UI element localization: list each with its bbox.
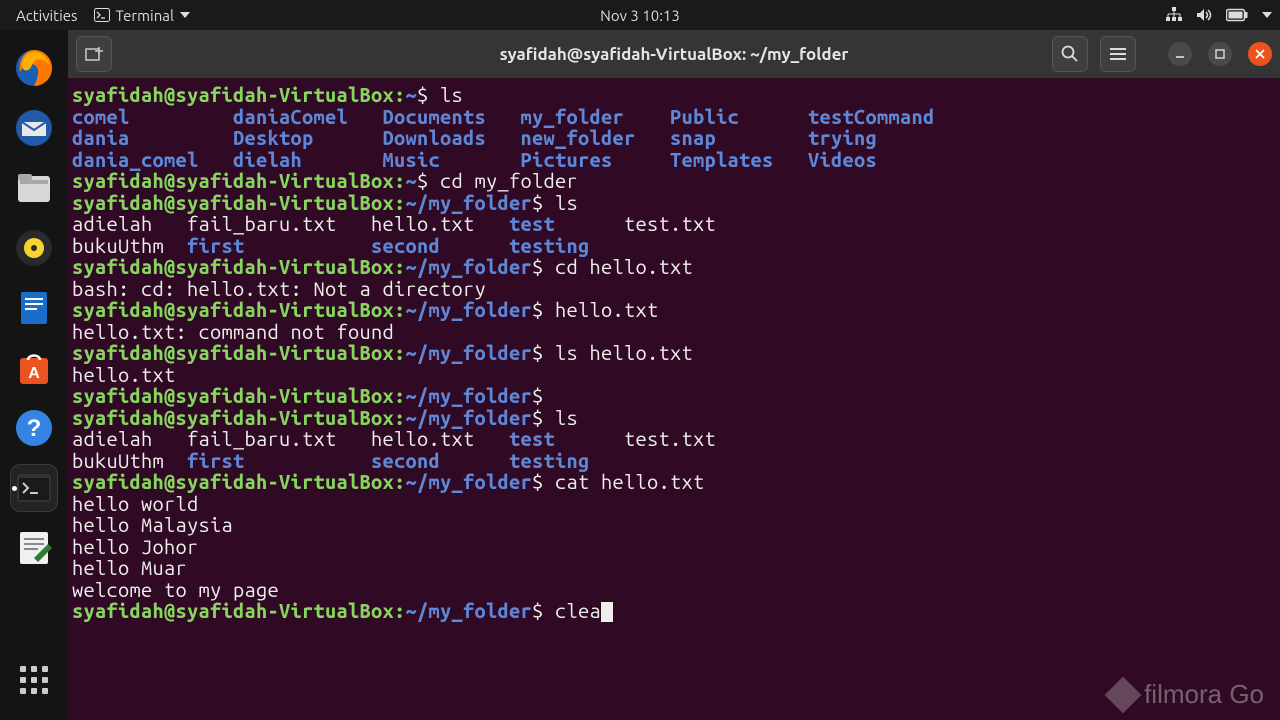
app-menu-label: Terminal: [116, 7, 174, 24]
close-icon: [1254, 48, 1266, 60]
firefox-icon: [14, 48, 54, 88]
gnome-topbar: Activities Terminal Nov 3 10:13: [0, 0, 1280, 30]
dock-text-editor[interactable]: [10, 524, 58, 572]
terminal-icon: [14, 468, 54, 508]
maximize-icon: [1214, 48, 1226, 60]
close-button[interactable]: [1248, 42, 1272, 66]
maximize-button[interactable]: [1208, 42, 1232, 66]
dock-rhythmbox[interactable]: [10, 224, 58, 272]
system-tray[interactable]: [1166, 7, 1272, 23]
help-icon: ?: [14, 408, 54, 448]
window-title: syafidah@syafidah-VirtualBox: ~/my_folde…: [500, 45, 849, 64]
svg-text:?: ?: [27, 415, 42, 442]
error-text: bash: cd: hello.txt: Not a directory: [72, 277, 486, 300]
menu-button[interactable]: [1100, 36, 1136, 72]
terminal-icon: [94, 8, 110, 22]
dock: A ?: [0, 30, 68, 720]
shopping-bag-icon: A: [14, 348, 54, 388]
app-menu-button[interactable]: Terminal: [86, 7, 198, 24]
minimize-button[interactable]: [1168, 42, 1192, 66]
activities-button[interactable]: Activities: [8, 7, 86, 24]
dir-entry: comel: [72, 105, 130, 128]
terminal-window: syafidah@syafidah-VirtualBox: ~/my_folde…: [68, 30, 1280, 720]
watermark-text: filmora Go: [1144, 679, 1264, 710]
chevron-down-icon: [1262, 12, 1272, 18]
terminal-content[interactable]: syafidah@syafidah-VirtualBox:~$ ls comel…: [68, 78, 1280, 720]
titlebar: syafidah@syafidah-VirtualBox: ~/my_folde…: [68, 30, 1280, 78]
running-indicator: [12, 486, 17, 491]
svg-text:A: A: [28, 365, 40, 382]
search-button[interactable]: [1052, 36, 1088, 72]
clock[interactable]: Nov 3 10:13: [600, 7, 680, 24]
minimize-icon: [1174, 48, 1186, 60]
cursor: [601, 602, 613, 622]
prompt-path: ~: [406, 83, 418, 106]
dock-help[interactable]: ?: [10, 404, 58, 452]
mail-icon: [14, 108, 54, 148]
prompt-user: syafidah@syafidah-VirtualBox: [72, 83, 394, 106]
volume-icon: [1196, 8, 1212, 22]
dock-thunderbird[interactable]: [10, 104, 58, 152]
cat-output: hello world: [72, 492, 199, 515]
dock-firefox[interactable]: [10, 44, 58, 92]
document-icon: [14, 288, 54, 328]
new-tab-icon: [84, 45, 104, 63]
dock-writer[interactable]: [10, 284, 58, 332]
network-icon: [1166, 7, 1182, 23]
files-icon: [14, 168, 54, 208]
filmora-logo-icon: [1105, 676, 1142, 713]
dock-files[interactable]: [10, 164, 58, 212]
battery-icon: [1226, 8, 1248, 22]
text-editor-icon: [14, 528, 54, 568]
dock-terminal[interactable]: [10, 464, 58, 512]
show-apps-button[interactable]: [10, 656, 58, 704]
chevron-down-icon: [180, 12, 190, 18]
dock-software[interactable]: A: [10, 344, 58, 392]
search-icon: [1061, 45, 1079, 63]
hamburger-icon: [1109, 47, 1127, 61]
new-tab-button[interactable]: [76, 36, 112, 72]
music-icon: [14, 228, 54, 268]
watermark: filmora Go: [1110, 679, 1264, 710]
cmd-text: ls: [440, 83, 463, 106]
